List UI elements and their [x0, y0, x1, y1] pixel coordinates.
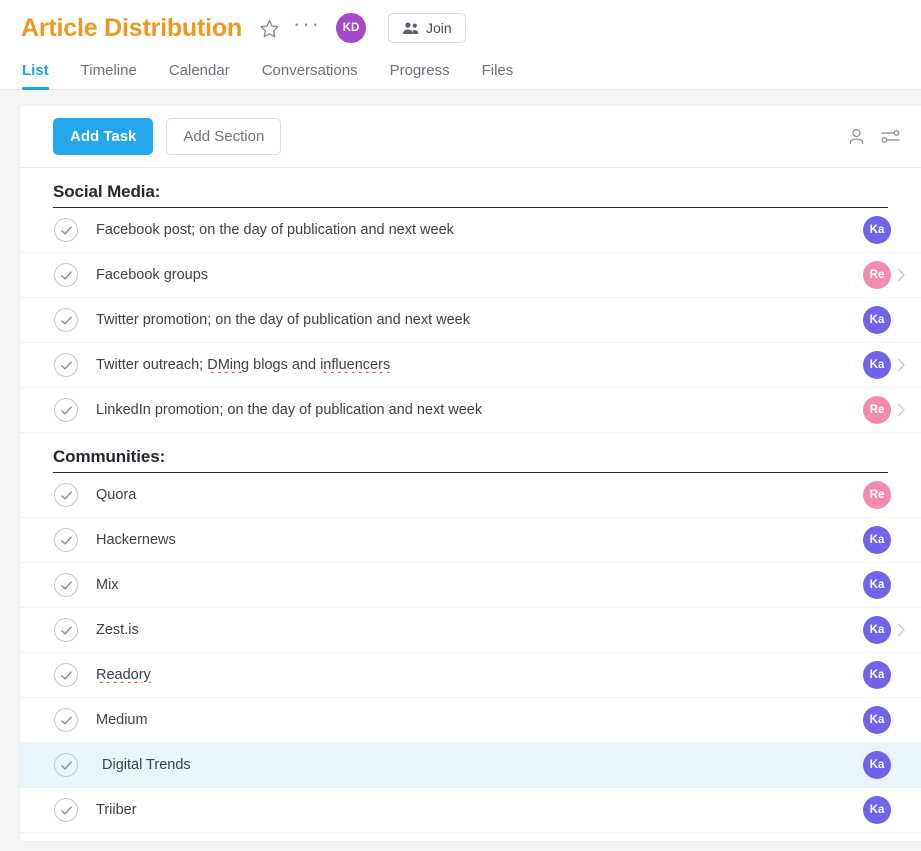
- page-body: Add Task Add Section Social Media: Facebo…: [0, 90, 921, 841]
- row-right: Ka: [863, 616, 911, 644]
- task-row[interactable]: Facebook post; on the day of publication…: [20, 208, 921, 253]
- row-right: Ka: [863, 526, 911, 554]
- task-row[interactable]: TriiberKa: [20, 788, 921, 833]
- join-button[interactable]: Join: [388, 13, 466, 43]
- assignee-avatar[interactable]: Re: [863, 261, 891, 289]
- people-icon: [402, 21, 419, 35]
- assignee-avatar[interactable]: Ka: [863, 351, 891, 379]
- row-right: Ka: [863, 571, 911, 599]
- check-circle-icon[interactable]: [54, 263, 78, 287]
- check-circle-icon[interactable]: [54, 798, 78, 822]
- row-right: Ka: [863, 796, 911, 824]
- task-list-card: Add Task Add Section Social Media: Facebo…: [20, 106, 921, 841]
- tab-conversations[interactable]: Conversations: [246, 62, 374, 89]
- task-row[interactable]: MediumKa: [20, 698, 921, 743]
- check-circle-icon[interactable]: [54, 353, 78, 377]
- row-right: Ka: [863, 661, 911, 689]
- check-circle-icon[interactable]: [54, 573, 78, 597]
- task-label: Mix: [96, 577, 863, 593]
- section-header: Communities:: [53, 433, 888, 473]
- star-outline-icon[interactable]: [258, 17, 280, 39]
- task-label: Twitter outreach; DMing blogs and influe…: [96, 357, 863, 373]
- task-label: Hackernews: [96, 532, 863, 548]
- chevron-right-icon[interactable]: [891, 358, 911, 372]
- tab-files[interactable]: Files: [466, 62, 530, 89]
- tab-calendar[interactable]: Calendar: [153, 62, 246, 89]
- sliders-filter-icon[interactable]: [877, 124, 903, 150]
- check-circle-icon[interactable]: [54, 753, 78, 777]
- check-circle-icon[interactable]: [54, 308, 78, 332]
- assignee-avatar[interactable]: Re: [863, 481, 891, 509]
- add-section-button[interactable]: Add Section: [166, 118, 281, 155]
- row-right: Ka: [863, 351, 911, 379]
- assignee-avatar[interactable]: Ka: [863, 616, 891, 644]
- row-right: Re: [863, 261, 911, 289]
- tab-bar: List Timeline Calendar Conversations Pro…: [0, 50, 921, 90]
- task-label: Facebook groups: [96, 267, 863, 283]
- task-list: Social Media: Facebook post; on the day o…: [20, 168, 921, 833]
- task-row[interactable]: Zest.isKa: [20, 608, 921, 653]
- assignee-avatar[interactable]: Ka: [863, 751, 891, 779]
- app-header: Article Distribution ··· KD Join List Ti…: [0, 0, 921, 90]
- more-options-icon[interactable]: ···: [294, 17, 320, 39]
- tab-list[interactable]: List: [18, 62, 65, 89]
- task-label: Medium: [96, 712, 863, 728]
- chevron-right-icon[interactable]: [891, 623, 911, 637]
- page-title: Article Distribution: [21, 14, 242, 43]
- avatar[interactable]: KD: [336, 13, 366, 43]
- task-row[interactable]: Facebook groupsRe: [20, 253, 921, 298]
- chevron-right-icon[interactable]: [891, 268, 911, 282]
- section-header: Social Media:: [53, 168, 888, 208]
- task-label: Quora: [96, 487, 863, 503]
- title-row: Article Distribution ··· KD Join: [0, 0, 921, 50]
- row-right: Ka: [863, 706, 911, 734]
- assignee-avatar[interactable]: Re: [863, 396, 891, 424]
- check-circle-icon[interactable]: [54, 398, 78, 422]
- assignee-avatar[interactable]: Ka: [863, 706, 891, 734]
- join-button-label: Join: [426, 20, 452, 36]
- task-row[interactable]: HackernewsKa: [20, 518, 921, 563]
- task-label: LinkedIn promotion; on the day of public…: [96, 402, 863, 418]
- task-label: Twitter promotion; on the day of publica…: [96, 312, 863, 328]
- row-right: Ka: [863, 216, 911, 244]
- assignee-avatar[interactable]: Ka: [863, 796, 891, 824]
- chevron-right-icon[interactable]: [891, 403, 911, 417]
- row-right: Re: [863, 396, 911, 424]
- check-circle-icon[interactable]: [54, 708, 78, 732]
- task-row[interactable]: QuoraRe: [20, 473, 921, 518]
- check-circle-icon[interactable]: [54, 218, 78, 242]
- task-row[interactable]: Digital TrendsKa: [20, 743, 921, 788]
- assignee-avatar[interactable]: Ka: [863, 571, 891, 599]
- assignee-avatar[interactable]: Ka: [863, 216, 891, 244]
- task-row[interactable]: LinkedIn promotion; on the day of public…: [20, 388, 921, 433]
- list-toolbar: Add Task Add Section: [20, 106, 921, 168]
- task-label: Triiber: [96, 802, 863, 818]
- tab-progress[interactable]: Progress: [374, 62, 466, 89]
- task-label: Digital Trends: [96, 757, 863, 773]
- assignee-avatar[interactable]: Ka: [863, 661, 891, 689]
- assignee-avatar[interactable]: Ka: [863, 526, 891, 554]
- task-label: Facebook post; on the day of publication…: [96, 222, 863, 238]
- row-right: Ka: [863, 751, 911, 779]
- tab-timeline[interactable]: Timeline: [65, 62, 153, 89]
- add-task-button[interactable]: Add Task: [53, 118, 153, 155]
- task-row[interactable]: ReadoryKa: [20, 653, 921, 698]
- task-label: Readory: [96, 667, 863, 683]
- row-right: Re: [863, 481, 911, 509]
- row-right: Ka: [863, 306, 911, 334]
- check-circle-icon[interactable]: [54, 618, 78, 642]
- task-row[interactable]: Twitter promotion; on the day of publica…: [20, 298, 921, 343]
- person-icon[interactable]: [843, 124, 869, 150]
- assignee-avatar[interactable]: Ka: [863, 306, 891, 334]
- task-label: Zest.is: [96, 622, 863, 638]
- task-row[interactable]: MixKa: [20, 563, 921, 608]
- check-circle-icon[interactable]: [54, 483, 78, 507]
- check-circle-icon[interactable]: [54, 528, 78, 552]
- check-circle-icon[interactable]: [54, 663, 78, 687]
- task-row[interactable]: Twitter outreach; DMing blogs and influe…: [20, 343, 921, 388]
